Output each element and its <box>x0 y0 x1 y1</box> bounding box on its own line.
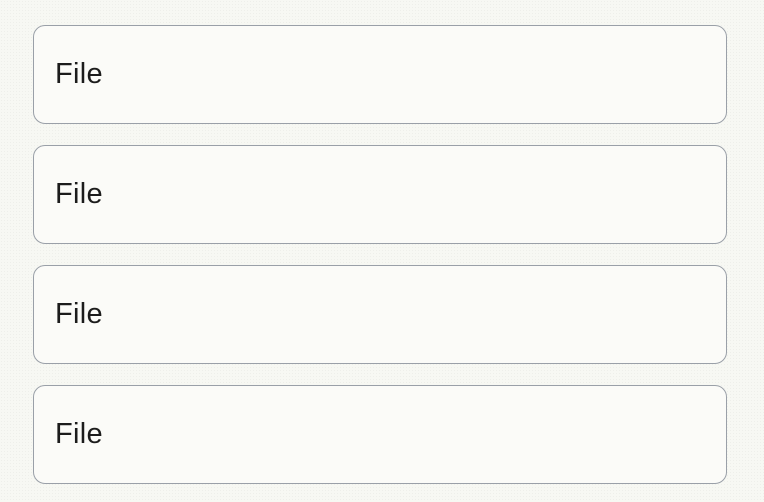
file-label: File <box>55 178 103 210</box>
file-item-4[interactable]: File <box>33 385 727 484</box>
file-label: File <box>55 418 103 450</box>
file-list: File File File File <box>33 25 727 484</box>
file-item-2[interactable]: File <box>33 145 727 244</box>
file-label: File <box>55 298 103 330</box>
file-item-3[interactable]: File <box>33 265 727 364</box>
file-label: File <box>55 58 103 90</box>
file-item-1[interactable]: File <box>33 25 727 124</box>
